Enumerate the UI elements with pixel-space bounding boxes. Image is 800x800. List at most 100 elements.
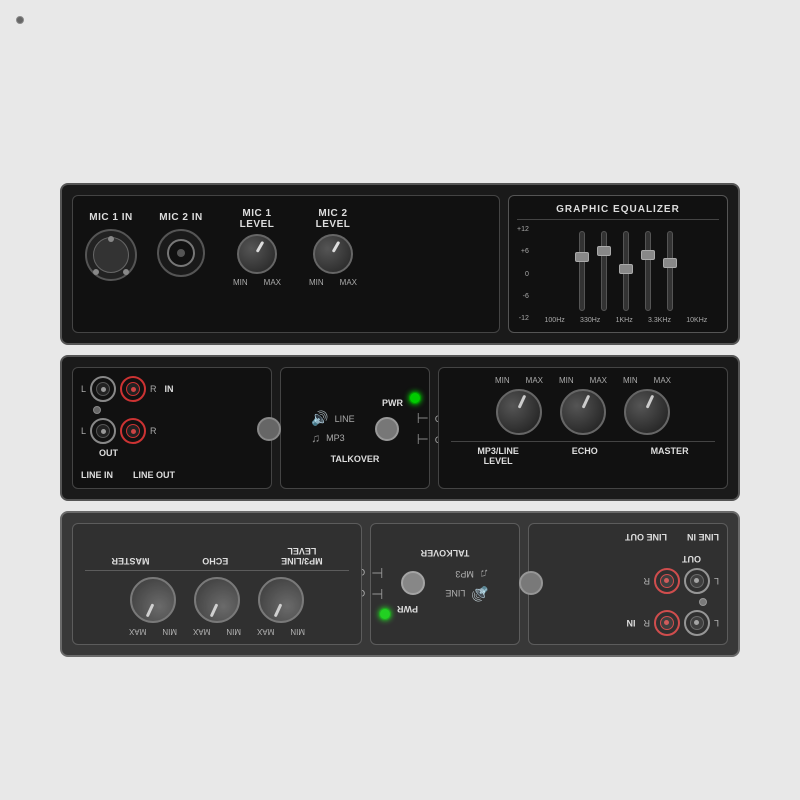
mp3-level-group: MIN MAX	[495, 376, 543, 435]
mic2-max: MAX	[340, 278, 357, 287]
xlr-connector	[85, 229, 137, 281]
echo-max-top: MAX	[590, 376, 607, 385]
ref-power-indicator	[379, 608, 391, 620]
line-in-row: L R IN	[81, 376, 263, 402]
switch-line: 🔊 LINE	[311, 410, 354, 427]
rca-in-l	[90, 376, 116, 402]
eq-freq-labels: 100Hz 330Hz 1KHz 3.3KHz 10KHz	[533, 317, 719, 324]
mic1-level-knob[interactable]	[237, 234, 277, 274]
switch-area: 🔊 LINE ♫ MP3 ⊢ OFF	[257, 410, 453, 448]
line-switch-label: LINE	[335, 414, 355, 424]
fader-10khz[interactable]	[667, 231, 673, 311]
rca-out-l	[90, 418, 116, 444]
mic2-label: MIC 2 IN	[159, 212, 202, 223]
top-panel: MIC 1 IN MIC 2 IN	[60, 183, 740, 345]
trs-inner	[167, 239, 195, 267]
ref-ground-row	[537, 598, 719, 606]
line-in-l: L	[81, 384, 86, 394]
mic1-minmax: MIN MAX	[233, 278, 281, 287]
fader-handle-10khz[interactable]	[663, 258, 677, 268]
mic2-level-knob[interactable]	[313, 234, 353, 274]
fader-handle-33khz[interactable]	[641, 250, 655, 260]
mic1-min: MIN	[233, 278, 248, 287]
on-icon: ⊢	[417, 431, 429, 448]
master-label: MASTER	[651, 446, 689, 466]
ref-mp3-knob	[258, 577, 304, 623]
label-line-out: LINE OUT	[133, 470, 175, 480]
eq-scale-0: 0	[517, 271, 529, 278]
mic2-group: MIC 2 IN	[157, 212, 205, 324]
mp3-level-knob[interactable]	[496, 389, 542, 435]
in-label: IN	[165, 384, 174, 394]
ref-mp3-group: MIN MAX	[257, 577, 305, 636]
ref-label-line-out: LINE OUT	[625, 532, 667, 542]
master-knob[interactable]	[624, 389, 670, 435]
eq-scale-12p: +12	[517, 226, 529, 233]
fader-33khz[interactable]	[645, 231, 651, 311]
mic1-group: MIC 1 IN	[85, 212, 137, 324]
eq-scale-12n: -12	[517, 315, 529, 322]
ref-mp3-icon: ♫	[480, 567, 489, 581]
ref-rca-in-l	[684, 610, 710, 636]
rca-center-out-r	[131, 429, 136, 434]
xlr-pin1	[108, 236, 114, 242]
mp3-minmax-top: MIN MAX	[495, 376, 543, 385]
eq-section: GRAPHIC EQUALIZER +12 +6 0 -6 -12	[508, 195, 728, 333]
fader-handle-100hz[interactable]	[575, 252, 589, 262]
rca-center-in-r	[131, 387, 136, 392]
freq-33khz: 3.3KHz	[648, 317, 671, 324]
ref-controls-labels: MP3/LINELEVEL ECHO MASTER	[85, 546, 349, 571]
fader-100hz[interactable]	[579, 231, 585, 311]
echo-knob[interactable]	[560, 389, 606, 435]
eq-faders	[533, 224, 719, 317]
toggle-button-line[interactable]	[257, 417, 281, 441]
mp3-min-top: MIN	[495, 376, 510, 385]
ref-l2: L	[714, 576, 719, 586]
toggle-button-mp3[interactable]	[375, 417, 399, 441]
ref-master-minmax: MIN MAX	[129, 627, 177, 636]
pwr-label: PWR	[382, 398, 403, 408]
ref-echo-group: MIN MAX	[193, 577, 241, 636]
ground-row	[81, 406, 263, 414]
controls-labels: MP3/LINELEVEL ECHO MASTER	[451, 441, 715, 466]
ref-label-line-in: LINE IN	[687, 532, 719, 542]
ref-l1: L	[714, 618, 719, 628]
ref-echo-label: ECHO	[202, 546, 228, 566]
fader-330hz[interactable]	[601, 231, 607, 311]
mic1-level-group: MIC 1LEVEL MIN MAX	[233, 208, 281, 324]
ref-mp3-label: MP3/LINELEVEL	[281, 546, 323, 566]
xlr-pin2	[93, 269, 99, 275]
mic1-max: MAX	[264, 278, 281, 287]
talkover-label: TALKOVER	[331, 454, 380, 464]
mic2-level-group: MIC 2LEVEL MIN MAX	[309, 208, 357, 324]
line-out-l: L	[81, 426, 86, 436]
eq-scale-6p: +6	[517, 248, 529, 255]
trs-dot	[177, 249, 185, 257]
fader-handle-330hz[interactable]	[597, 246, 611, 256]
main-container: MIC 1 IN MIC 2 IN	[60, 183, 740, 657]
ref-echo-minmax: MIN MAX	[193, 627, 241, 636]
eq-faders-container: 100Hz 330Hz 1KHz 3.3KHz 10KHz	[533, 224, 719, 324]
eq-scale-6n: -6	[517, 293, 529, 300]
freq-1khz: 1KHz	[616, 317, 633, 324]
mic2-level-label: MIC 2LEVEL	[316, 208, 351, 230]
ref-talkover-label: TALKOVER	[421, 548, 470, 558]
ref-toggle-btn1	[519, 571, 543, 595]
mp3-level-label: MP3/LINELEVEL	[477, 446, 519, 466]
ref-line-in-row: L R IN	[537, 610, 719, 636]
master-max-top: MAX	[654, 376, 671, 385]
rca-center-out-l	[101, 429, 106, 434]
ref-master-group: MIN MAX	[129, 577, 177, 636]
echo-min-top: MIN	[559, 376, 574, 385]
mp3-max-top: MAX	[526, 376, 543, 385]
line-section: L R IN L	[72, 367, 272, 489]
mp3-switch-label: MP3	[326, 433, 345, 443]
ref-rca-in-r	[654, 610, 680, 636]
mic2-minmax: MIN MAX	[309, 278, 357, 287]
ref-pwr-label: PWR	[397, 604, 418, 614]
eq-title: GRAPHIC EQUALIZER	[517, 204, 719, 220]
ref-r2: R	[643, 576, 650, 586]
controls-section: MIN MAX MIN MAX MIN	[438, 367, 728, 489]
fader-handle-1khz[interactable]	[619, 264, 633, 274]
fader-1khz[interactable]	[623, 231, 629, 311]
